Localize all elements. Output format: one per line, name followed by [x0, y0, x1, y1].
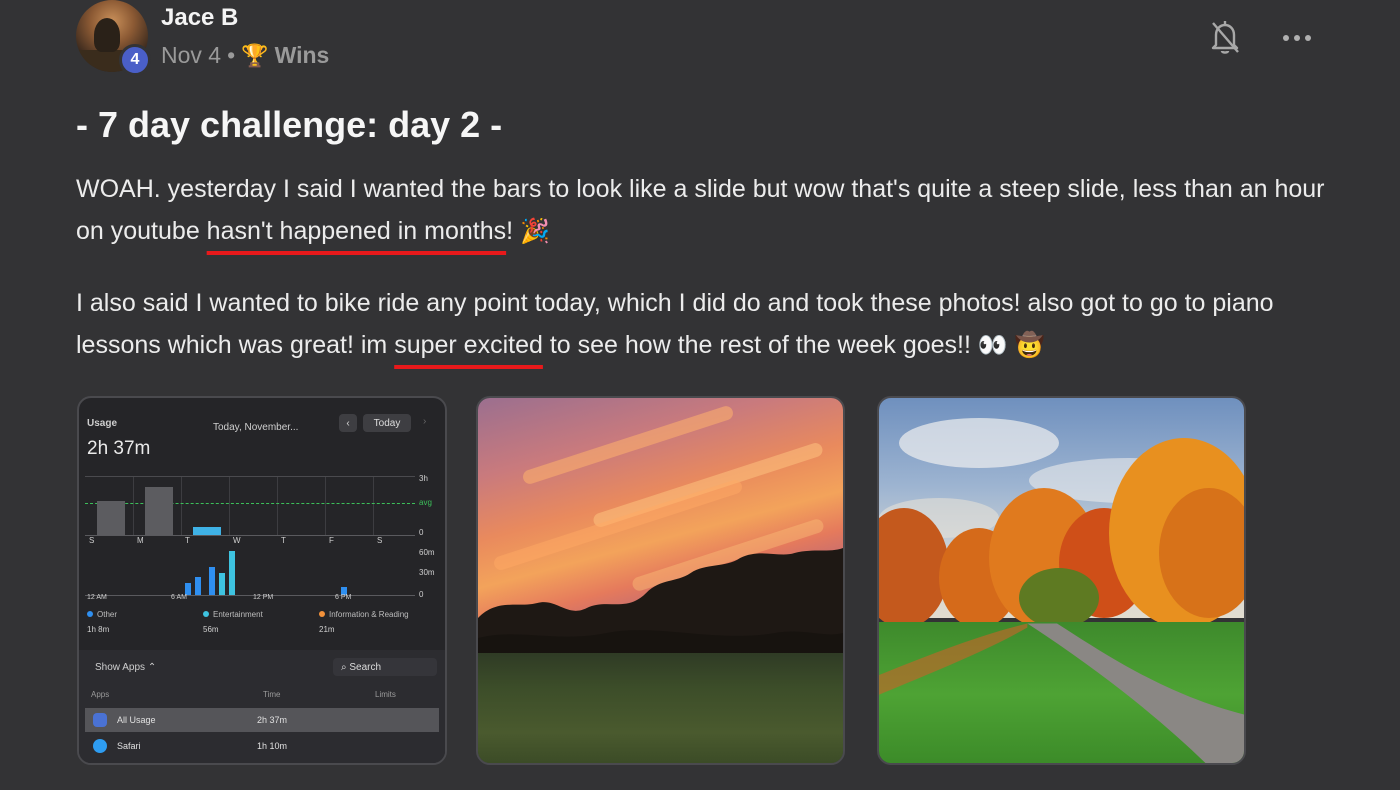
hour-bar-5 [229, 551, 235, 595]
day-m: M [137, 536, 144, 545]
more-options-icon[interactable] [1280, 28, 1314, 48]
axis-avg: avg [419, 498, 432, 507]
today-button: Today [363, 414, 411, 432]
next-day-icon: › [423, 416, 427, 427]
row-all-usage: All Usage 2h 37m [85, 708, 439, 732]
all-usage-icon [93, 713, 107, 727]
axis2-0: 0 [419, 590, 424, 599]
row-safari: Safari 1h 10m [85, 734, 439, 758]
axis-0: 0 [419, 528, 424, 537]
party-popper-icon: 🎉 [520, 218, 550, 245]
trophy-icon: 🏆 [241, 42, 269, 68]
hourly-usage-chart [85, 550, 415, 596]
axis2-60: 60m [419, 548, 435, 557]
apps-panel: Show Apps ⌃ ⌕ Search Apps Time Limits Al… [79, 650, 445, 763]
show-apps: Show Apps ⌃ [95, 662, 157, 673]
legend-entertainment: Entertainment 56m [203, 610, 263, 634]
day-t2: T [281, 536, 286, 545]
author-name[interactable]: Jace B [161, 4, 238, 32]
p2-text-b: to see how the rest of the week goes!! [542, 331, 978, 359]
attachment-autumn-path-photo[interactable] [877, 396, 1246, 765]
date-select: Today, November... [213, 422, 299, 433]
avatar-figure [94, 18, 120, 52]
sunset-grass [478, 653, 843, 763]
level-badge: 4 [119, 44, 151, 76]
post-date[interactable]: Nov 4 [161, 42, 221, 69]
bike-path [879, 623, 1244, 763]
usage-total: 2h 37m [87, 438, 151, 459]
legend-information: Information & Reading 21m [319, 610, 409, 634]
bell-off-icon[interactable] [1208, 18, 1242, 56]
category-link[interactable]: Wins [275, 42, 330, 69]
post-meta: Nov 4 • 🏆 Wins [161, 42, 329, 69]
hour-bar-3 [209, 567, 215, 595]
attachment-sunset-photo[interactable] [476, 396, 845, 765]
prev-day-icon: ‹ [339, 414, 357, 432]
p1-text-b: ! [506, 217, 521, 245]
hour-bar-2 [195, 577, 201, 595]
hour-12pm: 12 PM [253, 594, 274, 601]
hour-6am: 6 AM [171, 594, 187, 601]
bar-sunday [97, 501, 125, 535]
day-t1: T [185, 536, 190, 545]
tree-silhouette [478, 548, 843, 668]
usage-label: Usage [87, 418, 118, 429]
search-icon: ⌕ [341, 661, 347, 673]
day-f: F [329, 536, 334, 545]
p2-highlight: super excited [394, 331, 543, 359]
cowboy-icon: 🤠 [1014, 332, 1045, 359]
day-s2: S [377, 536, 383, 545]
col-time: Time [263, 690, 281, 699]
search-field: ⌕ Search [333, 658, 437, 676]
day-w: W [233, 536, 241, 545]
post-title: - 7 day challenge: day 2 - [76, 104, 503, 145]
hour-bar-4 [219, 573, 225, 595]
day-s1: S [89, 536, 95, 545]
bar-tuesday [193, 527, 221, 535]
col-limits: Limits [375, 690, 396, 699]
bar-monday [145, 487, 173, 535]
p1-highlight: hasn't happened in months [206, 217, 507, 245]
axis2-30: 30m [419, 568, 435, 577]
weekly-usage-chart [85, 476, 415, 536]
attachment-screen-time-screenshot[interactable]: Usage 2h 37m Today, November... ‹ Today … [77, 396, 447, 765]
post-paragraph-1: WOAH. yesterday I said I wanted the bars… [76, 168, 1336, 253]
post-paragraph-2: I also said I wanted to bike ride any po… [76, 282, 1336, 367]
hour-12am: 12 AM [87, 594, 107, 601]
col-apps: Apps [91, 690, 110, 699]
hour-6pm: 6 PM [335, 594, 352, 601]
axis-3h: 3h [419, 474, 428, 483]
eyes-icon: 👀 [977, 332, 1008, 359]
legend-other: Other 1h 8m [87, 610, 118, 634]
safari-icon [93, 739, 107, 753]
meta-separator: • [227, 42, 236, 68]
